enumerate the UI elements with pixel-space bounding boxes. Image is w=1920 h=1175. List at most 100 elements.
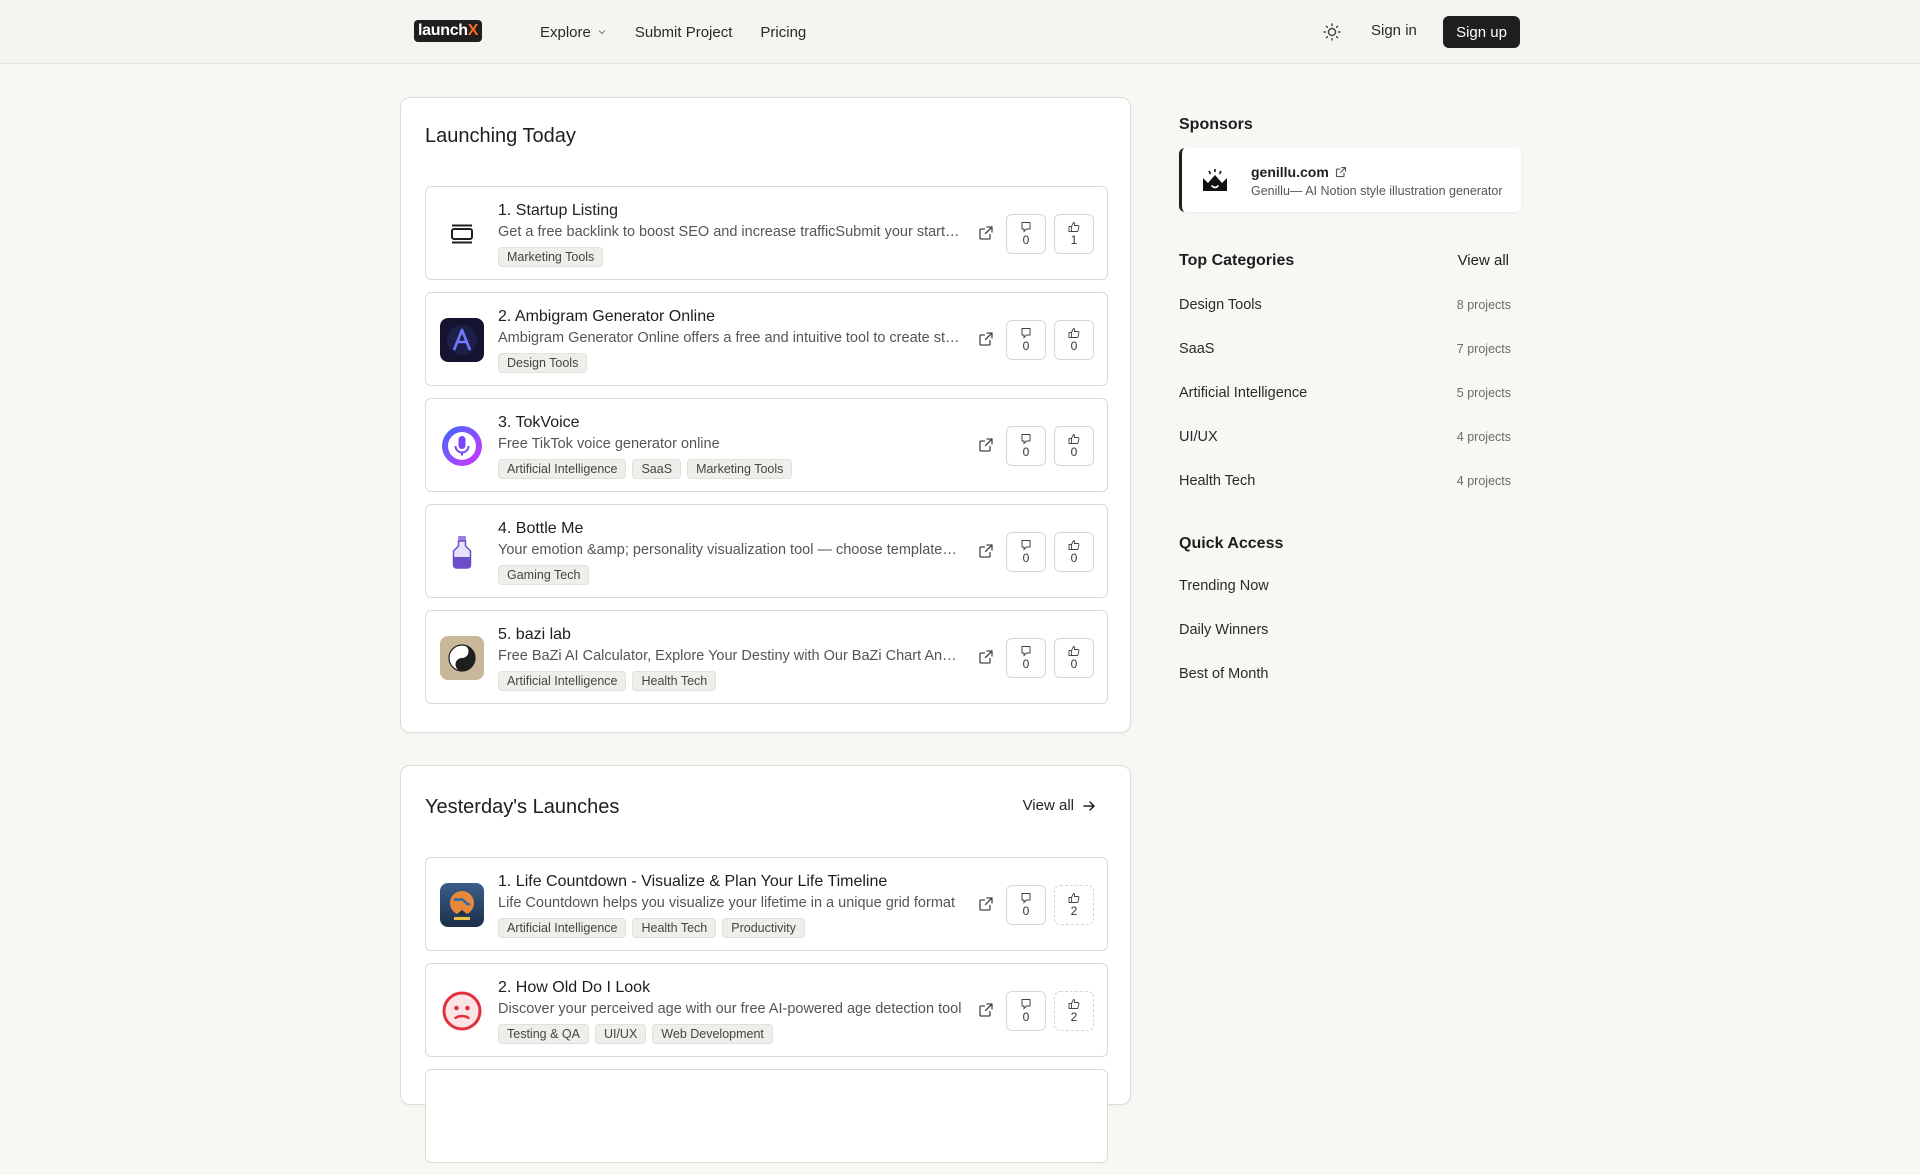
item-title[interactable]: 2. How Old Do I Look [498, 979, 650, 997]
comment-button[interactable]: 0 [1006, 991, 1046, 1031]
item-title[interactable]: 1. Life Countdown - Visualize & Plan You… [498, 873, 887, 891]
category-name: Design Tools [1179, 297, 1262, 313]
comment-icon [1021, 540, 1031, 551]
sponsor-logo-icon [1203, 169, 1227, 191]
external-link-icon[interactable] [978, 896, 994, 912]
list-item[interactable]: 1. Life Countdown - Visualize & Plan You… [425, 857, 1108, 951]
item-title[interactable]: 5. bazi lab [498, 626, 571, 644]
list-item[interactable]: 4. Bottle Me Your emotion &amp; personal… [425, 504, 1108, 598]
external-link-icon[interactable] [978, 543, 994, 559]
tag[interactable]: Gaming Tech [498, 565, 590, 585]
tag[interactable]: Marketing Tools [498, 247, 604, 267]
comment-button[interactable]: 0 [1006, 885, 1046, 925]
nav-explore-label: Explore [540, 23, 591, 41]
quick-access-best-of-month[interactable]: Best of Month [1179, 666, 1268, 682]
item-title[interactable]: 1. Startup Listing [498, 202, 618, 220]
category-artificial-intelligence[interactable]: Artificial Intelligence 5 projects [1179, 385, 1511, 401]
category-ui-ux[interactable]: UI/UX 4 projects [1179, 429, 1511, 445]
tag[interactable]: Testing & QA [498, 1024, 589, 1044]
quick-access-title: Quick Access [1179, 535, 1284, 552]
comment-button[interactable]: 0 [1006, 638, 1046, 678]
category-design-tools[interactable]: Design Tools 8 projects [1179, 297, 1511, 313]
view-all-categories-link[interactable]: View all [1458, 252, 1509, 269]
upvote-button[interactable]: 0 [1054, 320, 1094, 360]
tag[interactable]: UI/UX [594, 1024, 647, 1044]
upvote-count: 0 [1070, 339, 1078, 353]
list-item[interactable]: 5. bazi lab Free BaZi AI Calculator, Exp… [425, 610, 1108, 704]
list-item[interactable]: 3. TokVoice Free TikTok voice generator … [425, 398, 1108, 492]
comment-icon [1021, 893, 1031, 904]
item-title[interactable]: 3. TokVoice [498, 414, 580, 432]
external-link-icon[interactable] [978, 1002, 994, 1018]
list-item[interactable] [425, 1069, 1108, 1163]
external-link-icon[interactable] [978, 331, 994, 347]
tag[interactable]: Health Tech [632, 918, 717, 938]
nav-submit-project[interactable]: Submit Project [635, 24, 733, 41]
sponsors-title: Sponsors [1179, 116, 1253, 133]
main-nav: Explore Submit Project Pricing [540, 0, 806, 64]
comment-button[interactable]: 0 [1006, 532, 1046, 572]
comment-button[interactable]: 0 [1006, 426, 1046, 466]
item-description: Your emotion &amp; personality visualiza… [498, 542, 963, 558]
external-link-icon[interactable] [978, 225, 994, 241]
upvote-button[interactable]: 2 [1054, 991, 1094, 1031]
ambigram-icon [440, 318, 484, 362]
quick-access-trending-now[interactable]: Trending Now [1179, 578, 1269, 594]
upvote-button[interactable]: 0 [1054, 426, 1094, 466]
microphone-icon [440, 424, 484, 468]
today-list: 1. Startup Listing Get a free backlink t… [425, 186, 1108, 716]
comment-button[interactable]: 0 [1006, 320, 1046, 360]
globe-icon [440, 883, 484, 927]
category-name: Artificial Intelligence [1179, 385, 1308, 401]
sponsor-card[interactable]: genillu.com Genillu— AI Notion style ill… [1179, 148, 1521, 212]
item-description: Life Countdown helps you visualize your … [498, 895, 955, 911]
list-item[interactable]: 2. How Old Do I Look Discover your perce… [425, 963, 1108, 1057]
comment-icon [1021, 222, 1031, 233]
tag[interactable]: Artificial Intelligence [498, 459, 627, 479]
launchx-logo[interactable]: launchX [414, 20, 483, 42]
comment-icon [1021, 328, 1031, 339]
comment-button[interactable]: 0 [1006, 214, 1046, 254]
comment-count: 0 [1022, 904, 1030, 918]
sign-up-button[interactable]: Sign up [1443, 16, 1520, 48]
tag[interactable]: Artificial Intelligence [498, 918, 627, 938]
upvote-count: 1 [1070, 233, 1078, 247]
category-name: UI/UX [1179, 429, 1218, 445]
view-all-yesterday-link[interactable]: View all [1023, 797, 1096, 814]
tag[interactable]: Health Tech [632, 671, 717, 691]
category-count: 5 projects [1456, 386, 1511, 400]
sponsor-name[interactable]: genillu.com [1251, 164, 1347, 180]
sign-in-link[interactable]: Sign in [1371, 22, 1417, 39]
quick-access-daily-winners[interactable]: Daily Winners [1179, 622, 1268, 638]
sun-icon[interactable] [1322, 22, 1342, 42]
tag[interactable]: Marketing Tools [687, 459, 793, 479]
tag[interactable]: SaaS [632, 459, 682, 479]
category-health-tech[interactable]: Health Tech 4 projects [1179, 473, 1511, 489]
tag[interactable]: Design Tools [498, 353, 588, 373]
launching-today-title: Launching Today [425, 125, 576, 147]
category-saas[interactable]: SaaS 7 projects [1179, 341, 1511, 357]
item-title[interactable]: 4. Bottle Me [498, 520, 583, 538]
list-item[interactable]: 2. Ambigram Generator Online Ambigram Ge… [425, 292, 1108, 386]
thumbs-up-icon [1068, 893, 1080, 903]
tag[interactable]: Artificial Intelligence [498, 671, 627, 691]
list-item[interactable]: 1. Startup Listing Get a free backlink t… [425, 186, 1108, 280]
list-icon [440, 212, 484, 256]
upvote-button[interactable]: 1 [1054, 214, 1094, 254]
nav-pricing[interactable]: Pricing [760, 24, 806, 41]
upvote-button[interactable]: 0 [1054, 638, 1094, 678]
category-count: 4 projects [1456, 474, 1511, 488]
item-description: Get a free backlink to boost SEO and inc… [498, 224, 963, 240]
external-link-icon[interactable] [978, 437, 994, 453]
item-title[interactable]: 2. Ambigram Generator Online [498, 308, 715, 326]
tag[interactable]: Productivity [722, 918, 805, 938]
upvote-button[interactable]: 0 [1054, 532, 1094, 572]
yesterday-list: 1. Life Countdown - Visualize & Plan You… [425, 857, 1108, 1175]
external-link-icon[interactable] [978, 649, 994, 665]
upvote-button[interactable]: 2 [1054, 885, 1094, 925]
upvote-count: 0 [1070, 445, 1078, 459]
comment-count: 0 [1022, 233, 1030, 247]
thumbs-up-icon [1068, 434, 1080, 444]
tag[interactable]: Web Development [652, 1024, 773, 1044]
nav-explore[interactable]: Explore [540, 24, 607, 41]
